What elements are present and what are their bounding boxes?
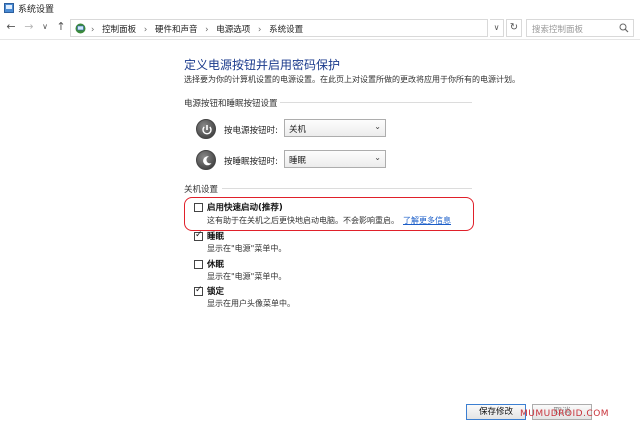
forward-arrow-icon[interactable]: →	[22, 20, 36, 34]
control-panel-icon	[75, 23, 86, 34]
fast-startup-label[interactable]: 启用快速启动(推荐)	[207, 201, 283, 213]
power-icon	[196, 119, 216, 139]
power-button-label: 按电源按钮时:	[224, 126, 278, 136]
breadcrumb-separator-icon[interactable]: ›	[205, 25, 208, 35]
sleep-button-label: 按睡眠按钮时:	[224, 157, 278, 167]
breadcrumb-power-options[interactable]: 电源选项	[216, 25, 250, 35]
breadcrumb-hardware-sound[interactable]: 硬件和声音	[155, 25, 198, 35]
power-section-header: 电源按钮和睡眠按钮设置	[184, 97, 278, 109]
save-button[interactable]: 保存修改	[466, 404, 526, 420]
lock-option-label[interactable]: 锁定	[207, 285, 224, 297]
main-content: 定义电源按钮并启用密码保护 选择要为你的计算机设置的电源设置。在此页上对设置所做…	[0, 40, 640, 427]
lock-checkbox[interactable]	[194, 285, 203, 296]
divider	[280, 102, 472, 103]
breadcrumb-separator-icon[interactable]: ›	[258, 25, 261, 35]
back-arrow-icon[interactable]: ←	[4, 20, 18, 34]
fast-startup-desc-text: 这有助于在关机之后更快地启动电脑。不会影响重启。	[207, 216, 399, 225]
search-placeholder: 搜索控制面板	[532, 25, 584, 35]
address-bar: ← → ∨ ↑ › 控制面板 › 硬件和声音 › 电源选项 › 系统设置 ∨ ↻…	[0, 16, 640, 40]
recent-dropdown-icon[interactable]: ∨	[38, 20, 52, 34]
hibernate-checkbox[interactable]	[194, 260, 203, 269]
hibernate-option-description: 显示在"电源"菜单中。	[207, 272, 287, 281]
power-button-value: 关机	[289, 125, 307, 135]
shutdown-section-header: 关机设置	[184, 183, 218, 195]
sleep-option-description: 显示在"电源"菜单中。	[207, 244, 287, 253]
lock-option-description: 显示在用户头像菜单中。	[207, 299, 295, 308]
search-icon	[619, 23, 629, 33]
chevron-down-icon: ⌄	[374, 122, 381, 131]
breadcrumb-control-panel[interactable]: 控制面板	[102, 25, 136, 35]
page-title: 定义电源按钮并启用密码保护	[184, 58, 341, 72]
address-dropdown-icon[interactable]: ∨	[490, 19, 504, 37]
sleep-icon	[196, 150, 216, 170]
footer: 保存修改 取消 MUMUDROID.COM	[0, 400, 640, 427]
sleep-option-label[interactable]: 睡眠	[207, 230, 224, 242]
window-title: 系统设置	[18, 5, 55, 15]
watermark: MUMUDROID.COM	[520, 409, 610, 419]
power-section-title: 电源按钮和睡眠按钮设置	[184, 99, 278, 109]
chevron-down-icon: ⌄	[374, 153, 381, 162]
fast-startup-description: 这有助于在关机之后更快地启动电脑。不会影响重启。 了解更多信息	[207, 215, 451, 226]
refresh-icon[interactable]: ↻	[506, 19, 522, 37]
page-description: 选择要为你的计算机设置的电源设置。在此页上对设置所做的更改将应用于你所有的电源计…	[184, 75, 520, 84]
hibernate-option-label[interactable]: 休眠	[207, 258, 224, 270]
control-panel-icon	[4, 3, 14, 13]
sleep-checkbox[interactable]	[194, 230, 203, 241]
shutdown-section-title: 关机设置	[184, 185, 219, 195]
breadcrumb-separator-icon[interactable]: ›	[144, 25, 147, 35]
fast-startup-checkbox[interactable]	[194, 203, 203, 212]
breadcrumb: › 控制面板 › 硬件和声音 › 电源选项 › 系统设置	[91, 23, 308, 35]
up-arrow-icon[interactable]: ↑	[54, 20, 68, 34]
address-field[interactable]: › 控制面板 › 硬件和声音 › 电源选项 › 系统设置	[70, 19, 488, 37]
learn-more-link[interactable]: 了解更多信息	[403, 216, 451, 225]
breadcrumb-system-settings[interactable]: 系统设置	[269, 25, 303, 35]
breadcrumb-separator-icon: ›	[91, 25, 95, 35]
title-bar: 系统设置	[0, 0, 640, 16]
sleep-button-select[interactable]: 睡眠 ⌄	[284, 150, 386, 168]
power-button-select[interactable]: 关机 ⌄	[284, 119, 386, 137]
search-input[interactable]: 搜索控制面板	[526, 19, 634, 37]
sleep-button-value: 睡眠	[289, 156, 307, 166]
divider	[222, 188, 472, 189]
